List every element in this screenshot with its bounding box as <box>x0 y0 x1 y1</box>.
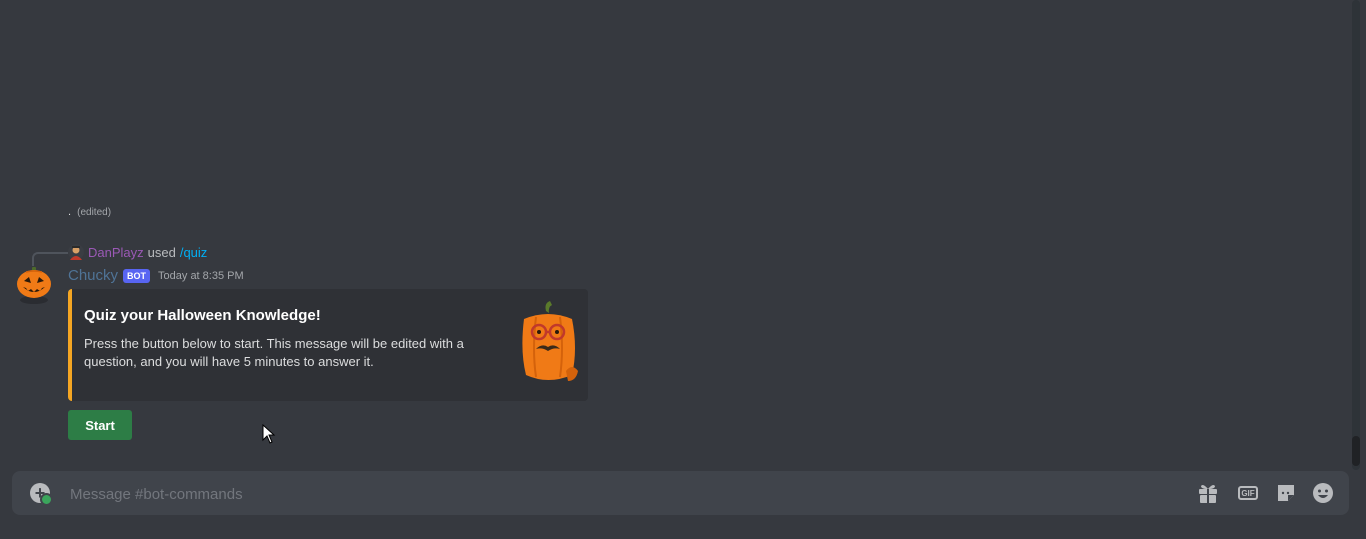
pumpkin-with-glasses-icon <box>522 301 578 381</box>
gif-icon: GIF <box>1238 486 1258 500</box>
command-reply-line[interactable]: DanPlayz used /quiz <box>68 244 207 260</box>
gift-button[interactable] <box>1197 482 1219 504</box>
previous-message: . (edited) <box>68 206 111 218</box>
used-label: used <box>147 244 176 260</box>
embed-title: Quiz your Halloween Knowledge! <box>84 307 321 324</box>
edited-label: (edited) <box>77 207 112 218</box>
quiz-embed: Quiz your Halloween Knowledge! Press the… <box>68 289 588 401</box>
replied-username[interactable]: DanPlayz <box>88 245 144 260</box>
bot-tag: BOT <box>123 268 151 283</box>
start-button[interactable]: Start <box>68 410 132 440</box>
chat-area: . (edited) DanPlayz used /quiz Chucky BO… <box>0 0 1350 460</box>
message-composer: + GIF <box>12 471 1349 517</box>
embed-description: Press the button below to start. This me… <box>84 336 464 369</box>
chat-scrollbar[interactable] <box>1352 0 1360 470</box>
sticker-icon <box>1278 485 1294 501</box>
scrollbar-thumb[interactable] <box>1352 436 1360 466</box>
bot-avatar[interactable] <box>14 264 54 304</box>
attach-plus-button[interactable]: + <box>30 483 53 506</box>
gift-icon <box>1199 485 1217 503</box>
message-header: Chucky BOT Today at 8:35 PM <box>68 267 244 284</box>
sticker-button[interactable] <box>1275 482 1297 504</box>
jack-o-lantern-icon <box>17 267 51 304</box>
emoji-icon <box>1313 483 1333 503</box>
emoji-button[interactable] <box>1312 482 1334 504</box>
slash-command[interactable]: /quiz <box>180 245 207 260</box>
gif-button[interactable]: GIF <box>1237 482 1259 504</box>
replied-user-avatar[interactable] <box>68 244 84 260</box>
embed-thumbnail[interactable] <box>516 301 580 387</box>
mouse-cursor-icon <box>262 424 276 444</box>
message-input[interactable] <box>68 471 1172 517</box>
previous-message-text: . <box>68 206 72 218</box>
bot-username[interactable]: Chucky <box>68 267 118 284</box>
status-dot <box>40 493 53 506</box>
message-timestamp[interactable]: Today at 8:35 PM <box>158 270 244 282</box>
